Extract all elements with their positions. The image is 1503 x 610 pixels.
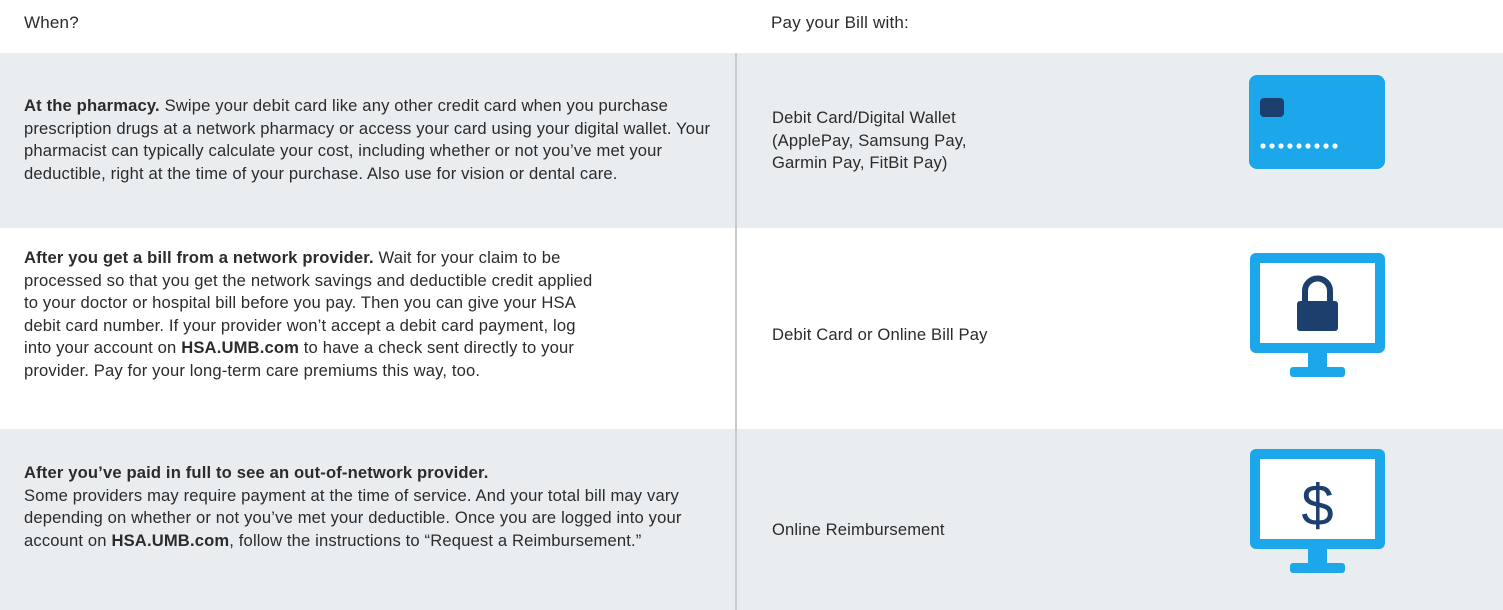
pay-method: Online Reimbursement	[772, 520, 945, 539]
pay-method: Debit Card/Digital Wallet (ApplePay, Sam…	[772, 107, 1072, 175]
when-description: At the pharmacy. Swipe your debit card l…	[24, 95, 736, 185]
column-divider	[735, 53, 737, 610]
monitor-dollar-icon: $	[1250, 449, 1385, 573]
when-title: After you get a bill from a network prov…	[24, 248, 374, 267]
when-body: , follow the instructions to “Request a …	[229, 530, 642, 550]
table-row-pharmacy: At the pharmacy. Swipe your debit card l…	[0, 53, 1503, 228]
pay-method-line: Debit Card/Digital Wallet	[772, 108, 956, 127]
pay-column-header: Pay your Bill with:	[771, 13, 909, 32]
when-title: After you’ve paid in full to see an out-…	[24, 463, 489, 482]
table-header: When? Pay your Bill with:	[0, 0, 1503, 50]
debit-card-icon	[1249, 75, 1385, 169]
table-row-network-provider: After you get a bill from a network prov…	[0, 228, 1503, 429]
hsa-link[interactable]: HSA.UMB.com	[181, 338, 299, 357]
table-row-out-of-network: After you’ve paid in full to see an out-…	[0, 429, 1503, 610]
when-description: After you’ve paid in full to see an out-…	[24, 462, 714, 552]
pay-method: Debit Card or Online Bill Pay	[772, 325, 988, 344]
when-title: At the pharmacy.	[24, 96, 160, 115]
pay-method-line: Garmin Pay, FitBit Pay)	[772, 153, 948, 172]
pay-method-line: (ApplePay, Samsung Pay,	[772, 130, 967, 150]
monitor-lock-icon	[1250, 253, 1385, 377]
when-description: After you get a bill from a network prov…	[24, 247, 604, 382]
when-column-header: When?	[24, 13, 79, 32]
svg-text:$: $	[1301, 473, 1333, 538]
hsa-link[interactable]: HSA.UMB.com	[111, 531, 229, 550]
